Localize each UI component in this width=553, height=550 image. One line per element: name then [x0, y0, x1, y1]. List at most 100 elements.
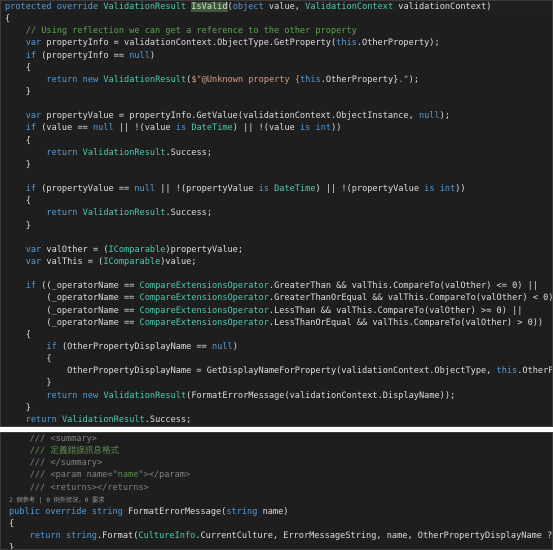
code-token: (_operatorName == [5, 293, 140, 304]
code-line[interactable]: { [1, 62, 552, 74]
code-token: (_operatorName == [5, 305, 140, 316]
code-line[interactable]: if (OtherPropertyDisplayName == null) [1, 341, 552, 353]
code-token: CultureInfo [138, 531, 196, 542]
code-line[interactable]: { [1, 13, 552, 25]
code-line[interactable]: protected override ValidationResult IsVa… [1, 1, 552, 14]
code-token: .Success; [165, 147, 213, 158]
code-line[interactable]: /// <param name="name"></param> [1, 469, 552, 481]
code-token: is [258, 184, 269, 195]
code-line[interactable]: OtherPropertyDisplayName = GetDisplayNam… [1, 365, 552, 377]
code-token: .CurrentCulture, ErrorMessageString, nam… [195, 531, 553, 542]
code-line[interactable]: var propertyValue = propertyInfo.GetValu… [1, 110, 552, 122]
code-token: ) || !(propertyValue [315, 184, 425, 195]
code-line[interactable]: if ((_operatorName == CompareExtensionsO… [1, 280, 552, 292]
code-line[interactable]: /// 定義錯誤訊息格式 [1, 445, 552, 457]
code-token: // Using reflection we can get a referen… [5, 26, 357, 37]
code-line[interactable]: } [1, 159, 552, 171]
code-line[interactable]: 2 個參考 | 0 例外狀況，0 要求 [1, 494, 552, 506]
code-line[interactable]: var valThis = (IComparable)value; [1, 256, 552, 268]
code-token: IComparable [108, 244, 166, 255]
code-line[interactable]: return new ValidationResult($"@Unknown p… [1, 74, 552, 86]
code-line[interactable]: return ValidationResult.Success; [1, 147, 552, 159]
code-line[interactable] [1, 232, 552, 244]
code-token: { [5, 14, 11, 25]
code-line[interactable]: if (value == null || !(value is DateTime… [1, 122, 552, 134]
code-token: ((_operatorName == [36, 281, 140, 292]
code-line[interactable]: /// <returns></returns> [1, 482, 552, 494]
code-token: FormatErrorMessage( [122, 506, 227, 517]
code-line[interactable]: return ValidationResult.Success; [1, 414, 552, 426]
code-token: propertyValue = propertyInfo.GetValue(va… [41, 111, 419, 122]
code-line[interactable]: var propertyInfo = validationContext.Obj… [1, 37, 552, 49]
code-token: CompareExtensionsOperator [139, 293, 269, 304]
code-line[interactable]: // Using reflection we can get a referen… [1, 25, 552, 37]
code-line[interactable]: { [1, 353, 552, 365]
code-line[interactable]: { [1, 135, 552, 147]
code-token: ) [232, 341, 238, 352]
code-line[interactable]: { [1, 195, 552, 207]
code-line[interactable]: /// <summary> [1, 433, 552, 445]
highlighted-method-name: IsValid [191, 2, 228, 12]
code-line[interactable]: } [1, 542, 552, 549]
code-token: (propertyInfo == [36, 50, 130, 61]
code-token: this [300, 74, 321, 85]
code-line[interactable]: return ValidationResult.Success; [1, 207, 552, 219]
code-token: this [336, 38, 357, 49]
code-line[interactable]: } [1, 86, 552, 98]
code-line[interactable] [1, 98, 552, 110]
code-line[interactable]: return new ValidationResult(FormatErrorM… [1, 390, 552, 402]
code-token: )propertyValue; [165, 244, 244, 255]
code-token: if [25, 50, 37, 61]
code-line[interactable]: /// </summary> [1, 457, 552, 469]
code-token: </summary> [50, 458, 103, 469]
code-line[interactable]: var valOther = (IComparable)propertyValu… [1, 244, 552, 256]
code-token: } [5, 159, 31, 170]
code-token: null [92, 123, 114, 134]
code-token: null [129, 50, 150, 61]
code-token: is [175, 123, 187, 134]
code-token: null [134, 184, 156, 195]
code-line[interactable]: public override string FormatErrorMessag… [1, 506, 552, 518]
code-line[interactable]: } [1, 220, 552, 232]
code-editor-bottom[interactable]: /// <summary> /// 定義錯誤訊息格式 /// </summary… [0, 432, 553, 550]
code-line[interactable] [1, 268, 552, 280]
code-token: { [5, 62, 31, 73]
code-token: /// [9, 458, 51, 469]
code-line[interactable] [1, 171, 552, 183]
code-token: is [300, 123, 311, 134]
code-token: ." [398, 74, 409, 85]
code-line[interactable]: (_operatorName == CompareExtensionsOpera… [1, 317, 552, 329]
code-token: return [46, 147, 78, 158]
code-token: object [232, 2, 264, 12]
code-token: protected override [5, 2, 104, 12]
code-token: ValidationResult [103, 2, 187, 12]
code-line[interactable]: if (propertyInfo == null) [1, 50, 552, 62]
code-line[interactable]: return string.Format(CultureInfo.Current… [1, 530, 552, 542]
code-token: ValidationResult [103, 74, 187, 85]
code-editor-top[interactable]: protected override ValidationResult IsVa… [0, 0, 553, 427]
code-token: .GreaterThan && valThis.CompareTo(valOth… [268, 281, 538, 292]
code-token: ); [408, 74, 420, 85]
code-token: return [46, 74, 78, 85]
code-token: .LessThan && valThis.CompareTo(valOther)… [268, 305, 523, 316]
code-token: .Format( [96, 531, 139, 542]
code-line[interactable]: } [1, 377, 552, 389]
code-line[interactable]: { [1, 329, 552, 341]
code-line[interactable]: } [1, 402, 552, 414]
code-line[interactable]: (_operatorName == CompareExtensionsOpera… [1, 305, 552, 317]
code-token: /// [9, 434, 51, 444]
code-token: ValidationContext [305, 2, 394, 12]
code-line[interactable]: if (propertyValue == null || !(propertyV… [1, 183, 552, 195]
code-line[interactable]: { [1, 518, 552, 530]
code-line[interactable]: (_operatorName == CompareExtensionsOpera… [1, 292, 552, 304]
code-token: "></param> [138, 470, 191, 481]
code-token: int [315, 123, 332, 134]
